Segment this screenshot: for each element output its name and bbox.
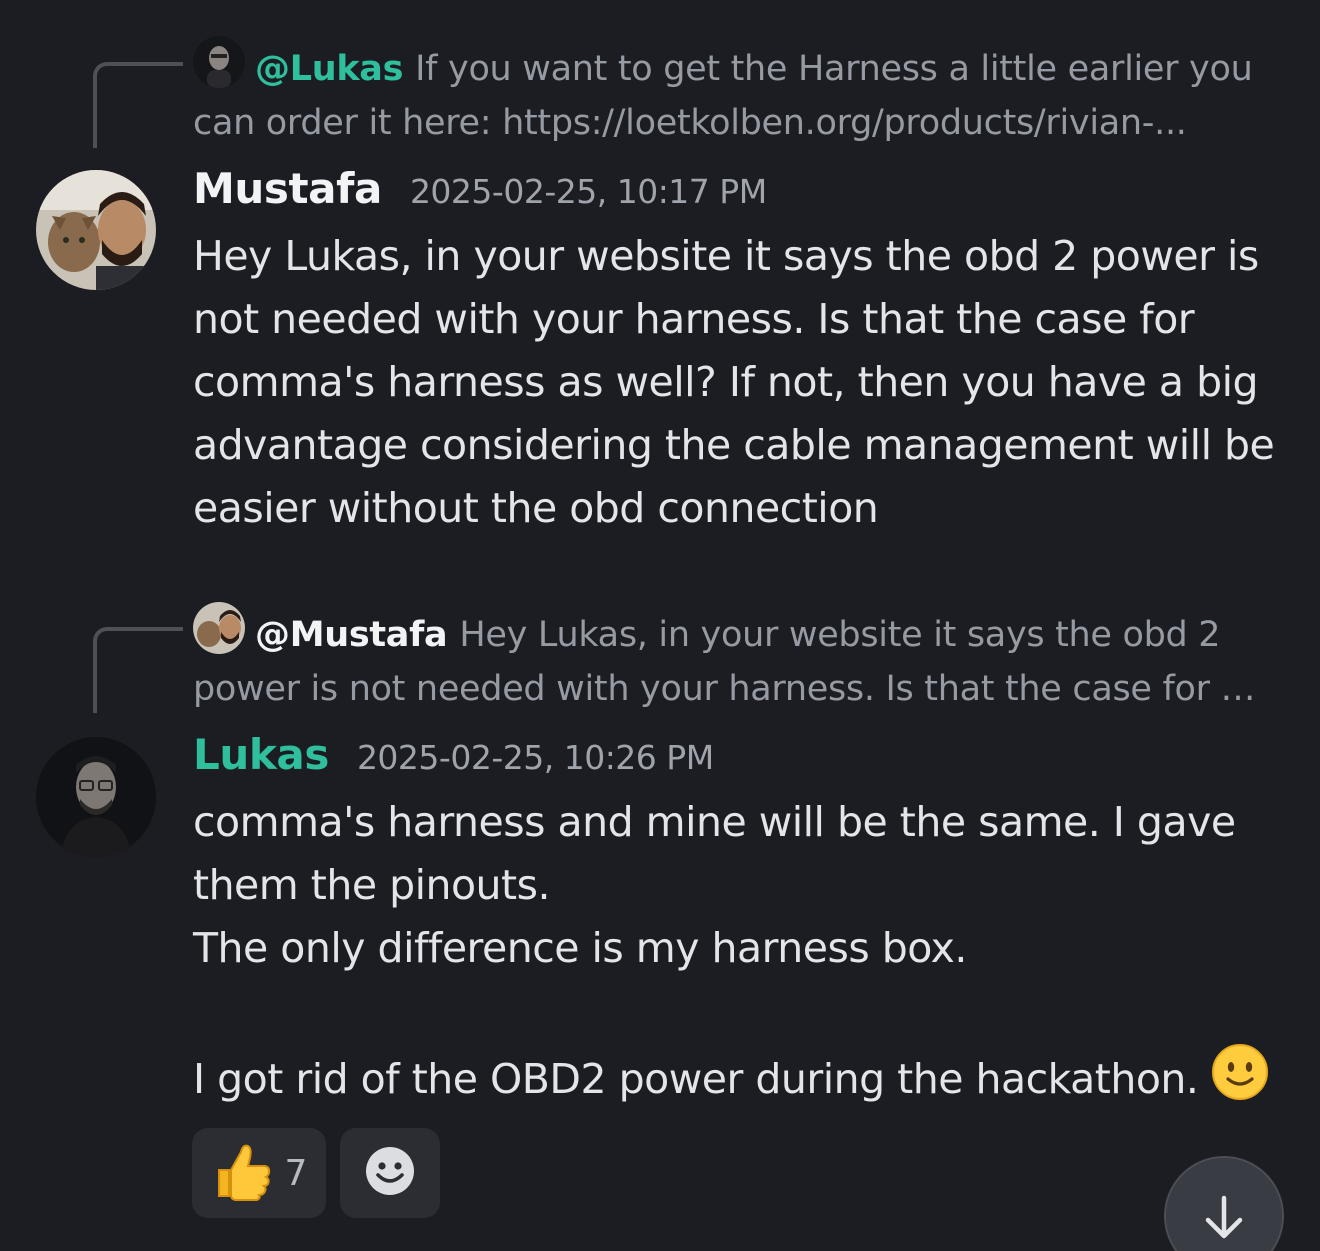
avatar-mustafa-small <box>193 602 245 654</box>
reply-connector <box>93 627 183 713</box>
message-text-content: comma's harness and mine will be the sam… <box>193 798 1236 1103</box>
reply-mention[interactable]: @Lukas <box>255 49 403 89</box>
chat-view: @Lukas If you want to get the Harness a l… <box>0 0 1320 1251</box>
reply-mention[interactable]: @Mustafa <box>255 615 448 655</box>
message-text: Hey Lukas, in your website it says the o… <box>193 232 1287 532</box>
reply-connector <box>93 62 183 148</box>
author-name[interactable]: Mustafa <box>193 164 382 213</box>
add-reaction-icon <box>363 1144 417 1202</box>
avatar-lukas-small <box>193 36 245 88</box>
reaction-count: 7 <box>284 1152 308 1194</box>
reaction-thumbs-up[interactable]: 7 <box>192 1128 326 1218</box>
add-reaction-button[interactable] <box>340 1128 440 1218</box>
reply-preview[interactable]: @Lukas If you want to get the Harness a l… <box>193 36 1283 150</box>
thumbs-up-icon <box>211 1140 273 1206</box>
message-header: Lukas 2025-02-25, 10:26 PM <box>193 730 714 779</box>
slightly-smiling-face-icon <box>1211 1043 1269 1101</box>
message-header: Mustafa 2025-02-25, 10:17 PM <box>193 164 767 213</box>
jump-to-bottom-button[interactable] <box>1164 1156 1284 1251</box>
timestamp: 2025-02-25, 10:17 PM <box>409 172 767 211</box>
timestamp: 2025-02-25, 10:26 PM <box>356 738 714 777</box>
arrow-down-icon <box>1198 1192 1250 1248</box>
avatar-mustafa[interactable] <box>36 170 156 290</box>
avatar-lukas[interactable] <box>36 737 156 857</box>
message-text: comma's harness and mine will be the sam… <box>193 791 1283 1111</box>
author-name[interactable]: Lukas <box>193 730 329 779</box>
reply-preview[interactable]: @Mustafa Hey Lukas, in your website it sa… <box>193 602 1283 716</box>
